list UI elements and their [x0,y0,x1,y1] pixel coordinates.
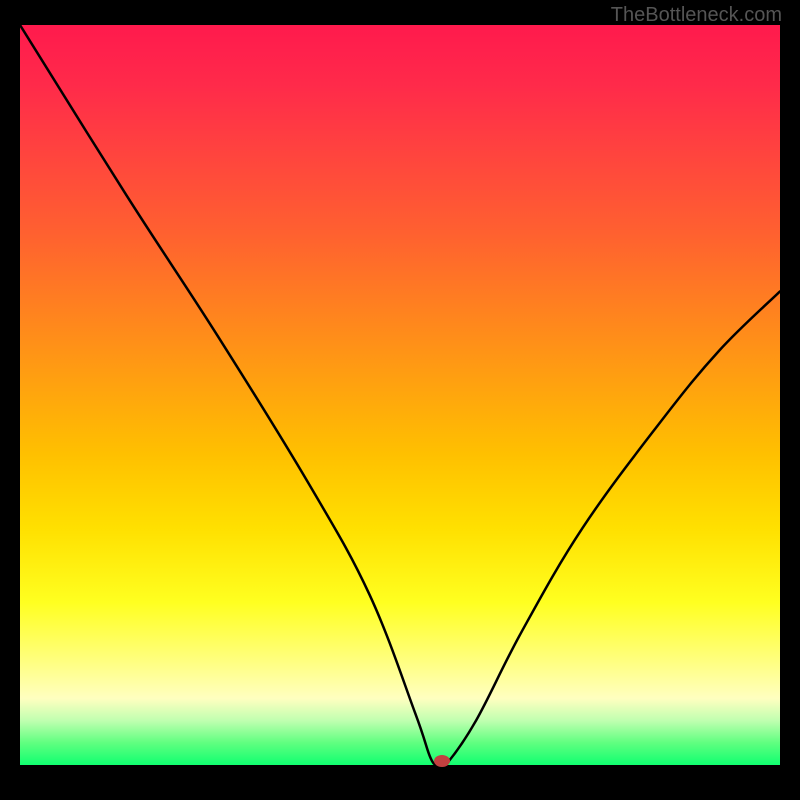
watermark-text: TheBottleneck.com [611,4,782,27]
chart-container: TheBottleneck.com [0,0,800,800]
minimum-marker-icon [434,755,450,767]
bottleneck-curve [20,25,780,765]
gradient-plot-area [20,25,780,765]
